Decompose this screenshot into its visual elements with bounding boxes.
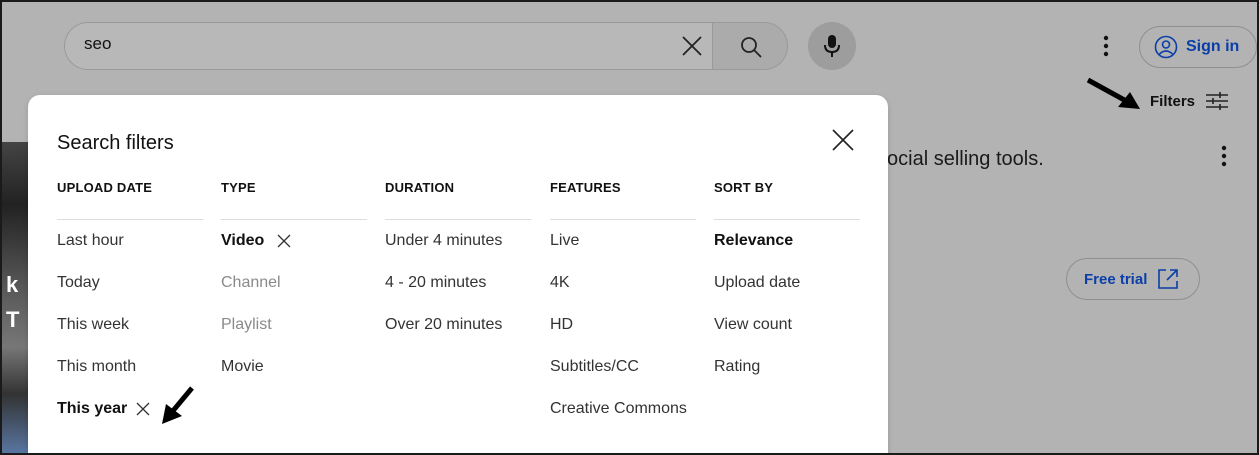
account-icon — [1154, 35, 1178, 59]
filter-option-selected[interactable]: Relevance — [714, 220, 860, 262]
filter-option[interactable]: 4K — [550, 262, 696, 304]
free-trial-label: Free trial — [1084, 270, 1148, 288]
clear-search-icon[interactable] — [678, 32, 706, 60]
filter-option[interactable]: This week — [57, 304, 203, 346]
filter-option[interactable]: View count — [714, 304, 860, 346]
column-header: DURATION — [385, 180, 531, 220]
sign-in-button[interactable]: Sign in — [1139, 26, 1257, 68]
filter-option[interactable]: Creative Commons — [550, 388, 696, 430]
search-input[interactable]: seo — [84, 34, 111, 54]
filter-option[interactable]: HD — [550, 304, 696, 346]
filter-option[interactable]: Upload date — [714, 262, 860, 304]
remove-filter-icon[interactable] — [276, 233, 292, 249]
filter-column-duration: DURATION Under 4 minutes 4 - 20 minutes … — [385, 180, 531, 346]
video-thumbnail-strip[interactable]: k T — [2, 142, 28, 453]
filter-column-sort-by: SORT BY Relevance Upload date View count… — [714, 180, 860, 388]
free-trial-button[interactable]: Free trial — [1066, 258, 1200, 300]
app-window: k T seo Sign in Filters ocial selling to… — [0, 0, 1259, 455]
column-header: FEATURES — [550, 180, 696, 220]
filter-option-disabled: Channel — [221, 274, 281, 291]
sign-in-label: Sign in — [1186, 38, 1240, 55]
video-more-icon[interactable] — [1212, 142, 1236, 170]
external-link-icon — [1158, 269, 1179, 289]
close-icon[interactable] — [830, 127, 856, 153]
column-header: UPLOAD DATE — [57, 180, 203, 220]
filter-option-selected[interactable]: Video — [221, 220, 367, 262]
filter-option[interactable]: Last hour — [57, 220, 203, 262]
more-options-icon[interactable] — [1094, 32, 1118, 60]
filter-option[interactable]: This month — [57, 346, 203, 388]
column-header: SORT BY — [714, 180, 860, 220]
filter-option[interactable]: Movie — [221, 346, 367, 388]
voice-search-button[interactable] — [808, 22, 856, 70]
filter-option[interactable]: Under 4 minutes — [385, 220, 531, 262]
search-filters-dialog: Search filters UPLOAD DATE Last hour Tod… — [28, 95, 888, 453]
dialog-title: Search filters — [57, 132, 174, 154]
video-description: ocial selling tools. — [887, 148, 1044, 170]
filters-label: Filters — [1150, 92, 1196, 110]
column-header: TYPE — [221, 180, 367, 220]
annotation-arrow-icon — [1086, 77, 1140, 109]
filter-option[interactable]: Today — [57, 262, 203, 304]
filter-option[interactable]: Over 20 minutes — [385, 304, 531, 346]
filters-button[interactable]: Filters — [1150, 90, 1229, 112]
filter-column-type: TYPE Video Channel Playlist Movie — [221, 180, 367, 388]
search-button[interactable] — [712, 22, 788, 70]
filter-option[interactable]: Rating — [714, 346, 860, 388]
filter-option[interactable]: Live — [550, 220, 696, 262]
filter-option[interactable]: Subtitles/CC — [550, 346, 696, 388]
remove-filter-icon[interactable] — [135, 401, 151, 417]
search-box[interactable] — [64, 22, 712, 70]
filter-option[interactable]: 4 - 20 minutes — [385, 262, 531, 304]
microphone-icon — [824, 35, 840, 57]
search-icon — [741, 37, 762, 58]
filter-option-disabled: Playlist — [221, 316, 272, 333]
filter-column-features: FEATURES Live 4K HD Subtitles/CC Creativ… — [550, 180, 696, 430]
tune-icon — [1206, 92, 1229, 110]
annotation-arrow-icon — [162, 386, 194, 424]
